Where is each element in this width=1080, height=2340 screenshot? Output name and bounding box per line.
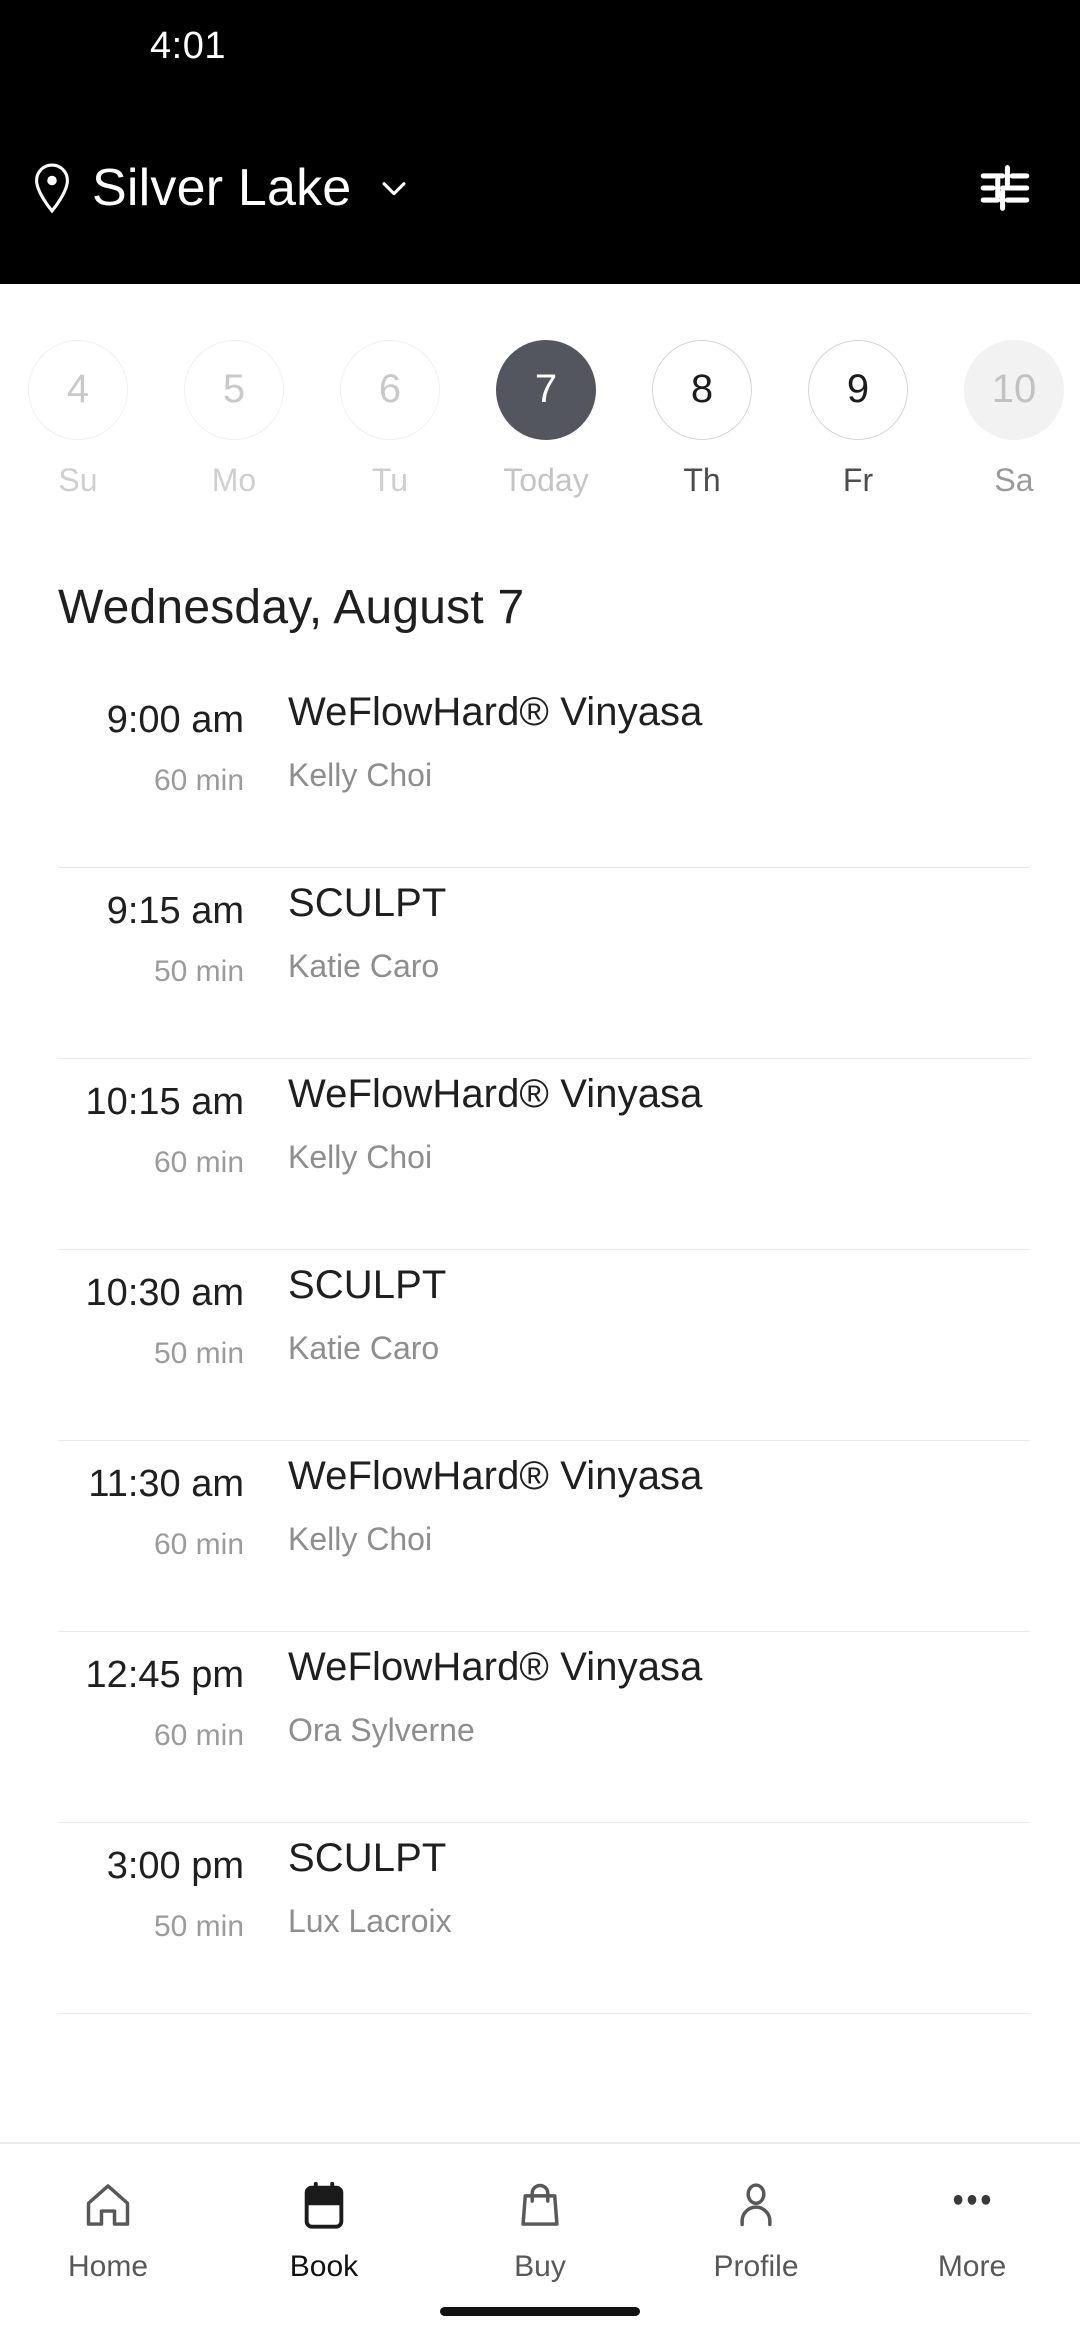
- class-info-column: WeFlowHard® Vinyasa Kelly Choi: [244, 1059, 1030, 1176]
- class-duration: 60 min: [153, 764, 244, 797]
- class-time: 12:45 pm: [85, 1654, 244, 1696]
- class-instructor: Lux Lacroix: [288, 1903, 452, 1939]
- date-cell-9[interactable]: 9 Fr: [780, 339, 936, 499]
- class-time: 10:15 am: [85, 1081, 244, 1123]
- class-instructor: Kelly Choi: [288, 1139, 433, 1175]
- class-info-column: WeFlowHard® Vinyasa Kelly Choi: [244, 677, 1030, 794]
- shopping-bag-icon: [514, 2176, 566, 2234]
- class-instructor: Katie Caro: [288, 948, 440, 984]
- class-list-item[interactable]: 10:30 am 50 min SCULPT Katie Caro: [0, 1250, 1080, 1440]
- date-cell-4[interactable]: 4 Su: [0, 339, 156, 499]
- class-list-item[interactable]: 3:00 pm 50 min SCULPT Lux Lacroix: [0, 1823, 1080, 2013]
- class-list-item[interactable]: 9:15 am 50 min SCULPT Katie Caro: [0, 868, 1080, 1058]
- class-info-column: SCULPT Lux Lacroix: [244, 1823, 1030, 1940]
- date-dow-label: Sa: [994, 461, 1034, 498]
- class-time: 9:00 am: [106, 699, 244, 741]
- class-time-column: 12:45 pm 60 min: [58, 1632, 244, 1753]
- class-duration: 60 min: [153, 1719, 244, 1752]
- class-name: WeFlowHard® Vinyasa: [288, 690, 703, 734]
- date-dow-label: Fr: [842, 461, 874, 498]
- bottom-navigation-bar: Home Book Buy Profile More: [0, 2142, 1080, 2340]
- nav-item-more[interactable]: More: [864, 2176, 1080, 2284]
- home-indicator: [440, 2307, 640, 2316]
- date-dow-label: Th: [683, 461, 721, 498]
- nav-item-home[interactable]: Home: [0, 2176, 216, 2284]
- date-circle[interactable]: 6: [340, 339, 440, 440]
- class-time: 11:30 am: [88, 1463, 244, 1505]
- class-info-column: SCULPT Katie Caro: [244, 1250, 1030, 1367]
- class-instructor: Kelly Choi: [288, 757, 433, 793]
- class-name: WeFlowHard® Vinyasa: [288, 1645, 703, 1689]
- class-name: WeFlowHard® Vinyasa: [288, 1072, 703, 1116]
- date-circle[interactable]: 8: [652, 339, 752, 440]
- class-time-column: 11:30 am 60 min: [58, 1441, 244, 1562]
- nav-item-buy[interactable]: Buy: [432, 2176, 648, 2284]
- date-dow-label: Today: [503, 461, 589, 498]
- calendar-icon: [298, 2176, 350, 2234]
- chevron-down-icon[interactable]: [377, 171, 411, 205]
- date-circle[interactable]: 7: [496, 339, 596, 440]
- nav-item-profile[interactable]: Profile: [648, 2176, 864, 2284]
- ellipsis-icon: [946, 2176, 998, 2234]
- home-icon: [82, 2176, 134, 2234]
- class-name: SCULPT: [288, 1263, 447, 1307]
- nav-label: More: [937, 2250, 1007, 2283]
- date-circle[interactable]: 4: [28, 339, 128, 440]
- class-list-item[interactable]: 10:15 am 60 min WeFlowHard® Vinyasa Kell…: [0, 1059, 1080, 1249]
- class-info-column: WeFlowHard® Vinyasa Ora Sylverne: [244, 1632, 1030, 1749]
- class-instructor: Katie Caro: [288, 1330, 440, 1366]
- class-name: WeFlowHard® Vinyasa: [288, 1454, 703, 1498]
- date-cell-7-today[interactable]: 7 Today: [468, 339, 624, 499]
- class-time: 3:00 pm: [106, 1845, 244, 1887]
- person-icon: [730, 2176, 782, 2234]
- class-time-column: 10:15 am 60 min: [58, 1059, 244, 1180]
- location-name: Silver Lake: [92, 159, 352, 217]
- class-info-column: SCULPT Katie Caro: [244, 868, 1030, 985]
- date-dow-label: Mo: [211, 461, 257, 498]
- app-header: Silver Lake: [0, 92, 1080, 284]
- class-duration: 60 min: [153, 1146, 244, 1179]
- class-duration: 50 min: [153, 1337, 244, 1370]
- nav-label: Profile: [713, 2250, 799, 2283]
- date-dow-label: Tu: [371, 461, 409, 498]
- date-dow-label: Su: [58, 461, 98, 498]
- nav-item-book[interactable]: Book: [216, 2176, 432, 2284]
- status-bar-clock: 4:01: [150, 24, 226, 67]
- class-duration: 50 min: [153, 955, 244, 988]
- date-cell-5[interactable]: 5 Mo: [156, 339, 312, 499]
- class-instructor: Ora Sylverne: [288, 1712, 475, 1748]
- class-list-item[interactable]: 9:00 am 60 min WeFlowHard® Vinyasa Kelly…: [0, 677, 1080, 867]
- class-time-column: 10:30 am 50 min: [58, 1250, 244, 1371]
- class-list: 9:00 am 60 min WeFlowHard® Vinyasa Kelly…: [0, 677, 1080, 2014]
- class-time-column: 3:00 pm 50 min: [58, 1823, 244, 1944]
- class-duration: 60 min: [153, 1528, 244, 1561]
- list-divider: [58, 2013, 1030, 2014]
- class-name: SCULPT: [288, 881, 447, 925]
- class-time-column: 9:15 am 50 min: [58, 868, 244, 989]
- status-bar: 4:01: [0, 0, 1080, 92]
- location-pin-icon: [30, 162, 74, 214]
- class-duration: 50 min: [153, 1910, 244, 1943]
- date-strip[interactable]: 4 Su 5 Mo 6 Tu 7 Today 8 Th 9 Fr 10 Sa: [0, 284, 1080, 532]
- filter-sliders-icon[interactable]: [976, 159, 1034, 217]
- day-heading: Wednesday, August 7: [58, 581, 525, 634]
- class-instructor: Kelly Choi: [288, 1521, 433, 1557]
- class-info-column: WeFlowHard® Vinyasa Kelly Choi: [244, 1441, 1030, 1558]
- date-cell-6[interactable]: 6 Tu: [312, 339, 468, 499]
- class-time-column: 9:00 am 60 min: [58, 677, 244, 798]
- date-circle[interactable]: 10: [964, 339, 1064, 440]
- date-cell-10[interactable]: 10 Sa: [936, 339, 1080, 499]
- nav-label: Book: [289, 2250, 359, 2283]
- class-list-item[interactable]: 12:45 pm 60 min WeFlowHard® Vinyasa Ora …: [0, 1632, 1080, 1822]
- location-selector[interactable]: Silver Lake: [30, 158, 976, 218]
- class-name: SCULPT: [288, 1836, 447, 1880]
- date-circle[interactable]: 9: [808, 339, 908, 440]
- class-list-item[interactable]: 11:30 am 60 min WeFlowHard® Vinyasa Kell…: [0, 1441, 1080, 1631]
- date-cell-8[interactable]: 8 Th: [624, 339, 780, 499]
- class-time: 10:30 am: [85, 1272, 244, 1314]
- date-circle[interactable]: 5: [184, 339, 284, 440]
- nav-label: Home: [67, 2250, 149, 2283]
- class-time: 9:15 am: [106, 890, 244, 932]
- nav-label: Buy: [514, 2250, 566, 2283]
